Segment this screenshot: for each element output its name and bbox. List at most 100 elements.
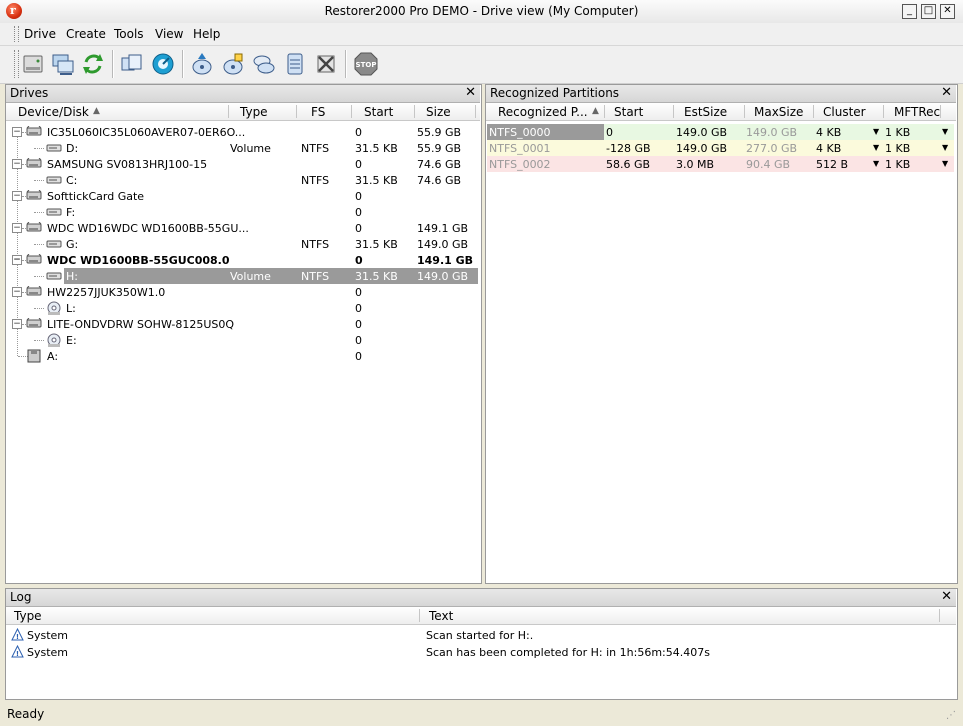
tree-expand-toggle[interactable]: − (12, 159, 22, 169)
drive-row[interactable]: − LITE-ONDVDRW SOHW-8125US0Q 0 (6, 316, 478, 332)
drive-start: 0 (355, 302, 362, 315)
cluster-dropdown-icon[interactable]: ▼ (873, 143, 879, 152)
remove-icon[interactable] (313, 51, 339, 77)
mftrec-dropdown-icon[interactable]: ▼ (942, 127, 948, 136)
floppy-drive-icon (27, 349, 41, 363)
drive-row[interactable]: − SAMSUNG SV0813HRJ100-15 0 74.6 GB (6, 156, 478, 172)
col-fs[interactable]: FS (311, 105, 325, 119)
drive-row[interactable]: L: 0 (6, 300, 478, 316)
partitions-panel-header: Recognized Partitions ✕ (486, 85, 956, 103)
drives-panel-close-icon[interactable]: ✕ (465, 85, 476, 100)
drive-row[interactable]: E: 0 (6, 332, 478, 348)
mftrec-dropdown-icon[interactable]: ▼ (942, 159, 948, 168)
menu-drive[interactable]: Drive (24, 27, 56, 41)
refresh-icon[interactable] (80, 51, 106, 77)
drive-start: 0 (355, 254, 363, 267)
drive-name: E: (66, 334, 77, 347)
partition-icon (46, 208, 62, 216)
drive-name: H: (66, 270, 78, 283)
drives-column-header: Device/Disk ▲ Type FS Start Size (6, 103, 480, 121)
tree-line (34, 340, 44, 341)
create-image-icon[interactable] (189, 51, 215, 77)
menu-grip[interactable] (14, 26, 19, 42)
create-region-icon[interactable] (220, 51, 246, 77)
drive-row[interactable]: A: 0 (6, 348, 478, 364)
menu-help[interactable]: Help (193, 27, 220, 41)
drive-row[interactable]: D: Volume NTFS 31.5 KB 55.9 GB (6, 140, 478, 156)
hard-disk-icon (26, 254, 42, 264)
col-estsize[interactable]: EstSize (684, 105, 727, 119)
drive-row[interactable]: − HW2257JJUK350W1.0 0 (6, 284, 478, 300)
col-maxsize[interactable]: MaxSize (754, 105, 803, 119)
log-panel-title: Log (10, 590, 32, 604)
close-button[interactable]: ✕ (940, 4, 955, 19)
drive-start: 0 (355, 190, 362, 203)
scan-icon[interactable] (150, 51, 176, 77)
partition-start: -128 GB (606, 142, 651, 155)
maximize-button[interactable]: □ (921, 4, 936, 19)
col-type[interactable]: Type (240, 105, 268, 119)
toolbar-separator (182, 50, 184, 78)
partition-row[interactable]: NTFS_0002 58.6 GB 3.0 MB 90.4 GB 512 B ▼ 1 KB ▼ (487, 156, 954, 172)
log-row[interactable]: ! System Scan started for H:. (6, 627, 954, 643)
create-virtual-raid-icon[interactable] (251, 51, 277, 77)
drive-name: G: (66, 238, 79, 251)
col-cluster[interactable]: Cluster (823, 105, 866, 119)
log-row[interactable]: ! System Scan has been completed for H: in… (6, 644, 954, 660)
partitions-panel-close-icon[interactable]: ✕ (941, 85, 952, 100)
open-image-icon[interactable] (119, 51, 145, 77)
log-panel-close-icon[interactable]: ✕ (941, 589, 952, 604)
stop-icon[interactable]: STOP (353, 51, 379, 77)
partition-row[interactable]: NTFS_0000 0 149.0 GB 149.0 GB 4 KB ▼ 1 KB ▼ (487, 124, 954, 140)
menu-create[interactable]: Create (66, 27, 106, 41)
col-device-disk[interactable]: Device/Disk (18, 105, 89, 119)
col-start[interactable]: Start (364, 105, 393, 119)
drive-name: SAMSUNG SV0813HRJ100-15 (47, 158, 208, 171)
drive-row[interactable]: − WDC WD16WDC WD1600BB-55GU... 0 149.1 GB (6, 220, 478, 236)
drive-name: D: (66, 142, 79, 155)
col-start[interactable]: Start (614, 105, 643, 119)
local-disks-icon[interactable] (20, 51, 46, 77)
drive-fs: NTFS (301, 238, 330, 251)
drive-row[interactable]: H: Volume NTFS 31.5 KB 149.0 GB (34, 268, 478, 284)
col-log-text[interactable]: Text (429, 609, 453, 623)
tree-expand-toggle[interactable]: − (12, 127, 22, 137)
hard-disk-icon (26, 318, 42, 328)
col-size[interactable]: Size (426, 105, 451, 119)
toolbar-grip[interactable] (14, 50, 19, 78)
toolbar-separator (112, 50, 114, 78)
minimize-button[interactable]: _ (902, 4, 917, 19)
menu-view[interactable]: View (155, 27, 183, 41)
drives-panel-header: Drives ✕ (6, 85, 480, 103)
tree-expand-toggle[interactable]: − (12, 319, 22, 329)
cd-drive-icon (47, 301, 61, 315)
col-recognized-partition[interactable]: Recognized P... (498, 105, 588, 119)
tree-expand-toggle[interactable]: − (12, 223, 22, 233)
partition-name: NTFS_0000 (487, 124, 604, 140)
drive-row[interactable]: C: NTFS 31.5 KB 74.6 GB (6, 172, 478, 188)
drive-row[interactable]: G: NTFS 31.5 KB 149.0 GB (6, 236, 478, 252)
cluster-dropdown-icon[interactable]: ▼ (873, 127, 879, 136)
partition-row[interactable]: NTFS_0001 -128 GB 149.0 GB 277.0 GB 4 KB ▼ 1 K… (487, 140, 954, 156)
col-log-type[interactable]: Type (14, 609, 42, 623)
drive-row[interactable]: − IC35L060IC35L060AVER07-0ER6O... 0 55.9 GB (6, 124, 478, 140)
drive-row[interactable]: F: 0 (6, 204, 478, 220)
drive-size: 74.6 GB (417, 158, 462, 171)
tree-expand-toggle[interactable]: − (12, 191, 22, 201)
tree-line (34, 244, 44, 245)
tree-expand-toggle[interactable]: − (12, 287, 22, 297)
drive-row[interactable]: − WDC WD1600BB-55GUC008.0 0 149.1 GB (6, 252, 478, 268)
col-mftrec[interactable]: MFTRec (894, 105, 940, 119)
mftrec-dropdown-icon[interactable]: ▼ (942, 143, 948, 152)
info-icon: ! (11, 645, 24, 658)
menu-tools[interactable]: Tools (114, 27, 144, 41)
drive-row[interactable]: − SofttickCard Gate 0 (6, 188, 478, 204)
create-partition-icon[interactable] (282, 51, 308, 77)
cluster-dropdown-icon[interactable]: ▼ (873, 159, 879, 168)
drive-start: 31.5 KB (355, 238, 398, 251)
resize-grip-icon[interactable]: ⋰ (946, 710, 958, 722)
network-disks-icon[interactable] (50, 51, 76, 77)
partition-icon (46, 272, 62, 280)
tree-expand-toggle[interactable]: − (12, 255, 22, 265)
hard-disk-icon (26, 222, 42, 232)
